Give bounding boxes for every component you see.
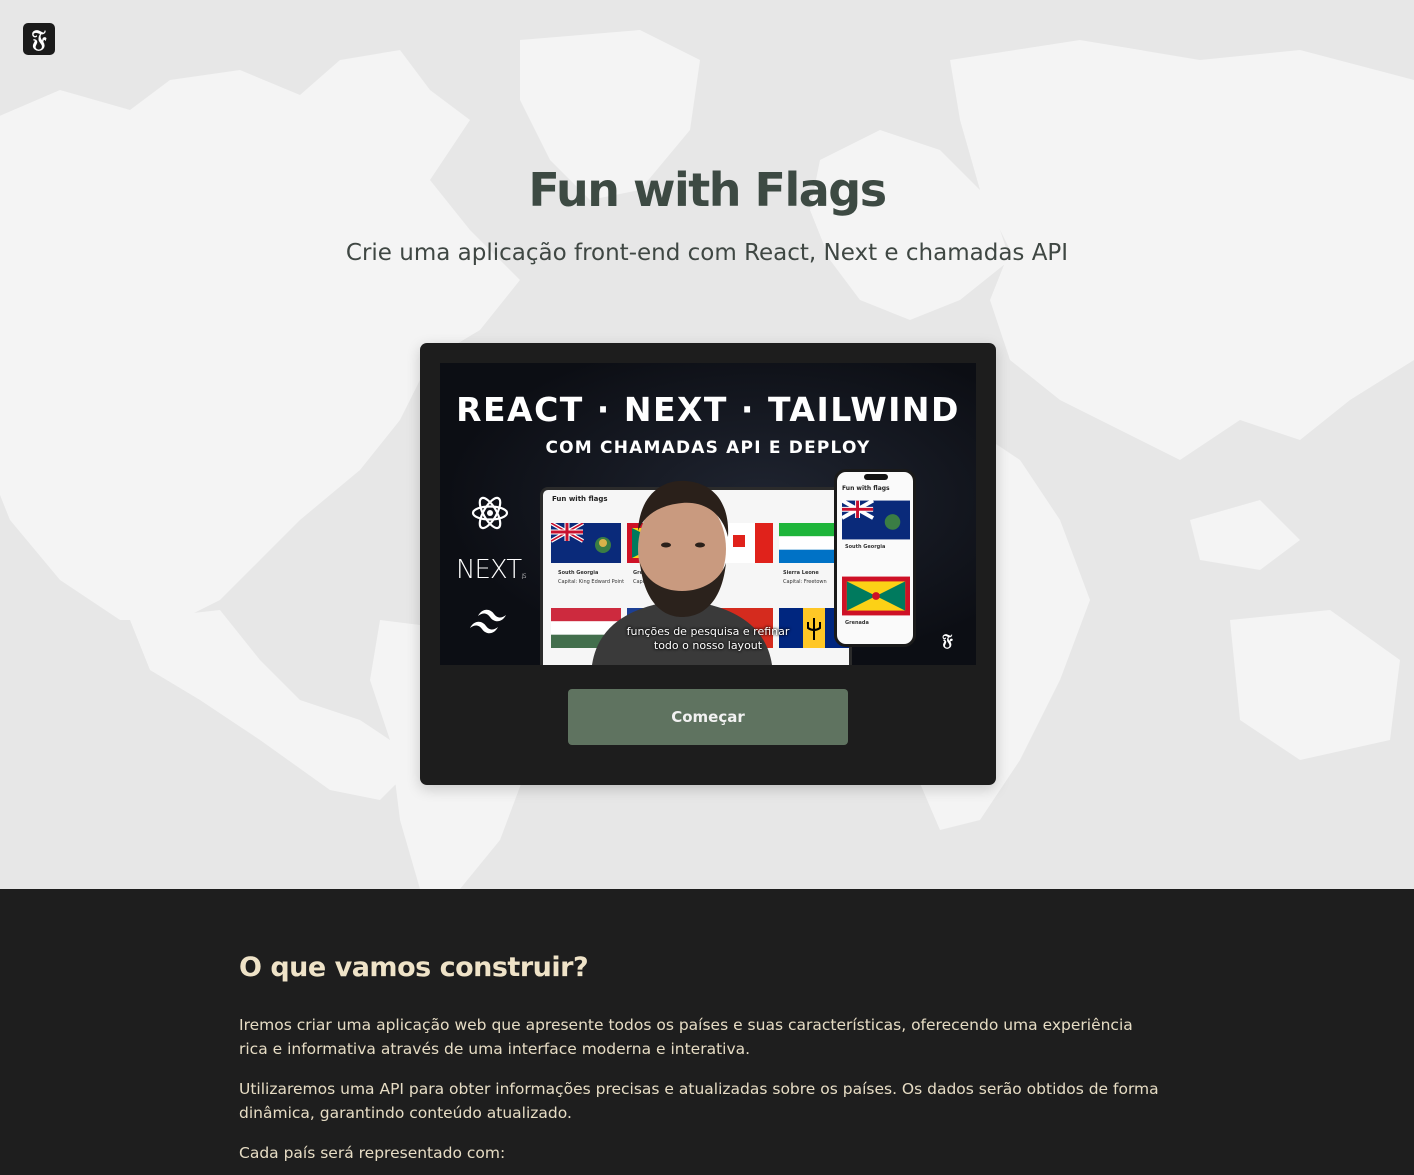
card-name: Grenada <box>845 620 869 626</box>
about-title: O que vamos construir? <box>239 952 589 983</box>
grenada-flag <box>842 576 910 616</box>
video-caption: funções de pesquisa e refinar todo o nos… <box>608 625 808 653</box>
about-section: O que vamos construir? Iremos criar uma … <box>0 889 1414 1175</box>
phone-mockup: Fun with flags South Georgia Grenada <box>834 469 916 647</box>
intro-video-card: REACT · NEXT · TAILWIND COM CHAMADAS API… <box>420 343 996 785</box>
hero-section: 𝔉 Fun with Flags Crie uma aplicação fron… <box>0 0 1414 889</box>
react-icon <box>471 496 509 530</box>
video-caption-line: funções de pesquisa e refinar <box>626 625 790 638</box>
about-paragraph: Cada país será representado com: <box>239 1144 506 1162</box>
start-button[interactable]: Começar <box>568 689 848 745</box>
page-subtitle: Crie uma aplicação front-end com React, … <box>345 240 1069 266</box>
page-title: Fun with Flags <box>528 163 887 217</box>
site-logo[interactable]: 𝔉 <box>23 23 55 55</box>
video-subheadline: COM CHAMADAS API E DEPLOY <box>545 438 871 458</box>
about-paragraph: Utilizaremos uma API para obter informaç… <box>239 1080 1159 1122</box>
south-georgia-flag <box>842 500 910 540</box>
video-watermark-logo: 𝔉 <box>942 631 953 651</box>
video-thumbnail[interactable]: REACT · NEXT · TAILWIND COM CHAMADAS API… <box>440 363 976 665</box>
tailwind-icon <box>470 609 506 634</box>
nextjs-logo: NEXT.JS <box>456 555 527 585</box>
phone-notch <box>864 474 888 480</box>
phone-app-title: Fun with flags <box>842 485 890 492</box>
card-name: South Georgia <box>845 544 886 550</box>
about-paragraph: Iremos criar uma aplicação web que apres… <box>239 1016 1133 1058</box>
video-caption-line: todo o nosso layout <box>653 639 763 652</box>
video-headline: REACT · NEXT · TAILWIND <box>456 390 960 429</box>
